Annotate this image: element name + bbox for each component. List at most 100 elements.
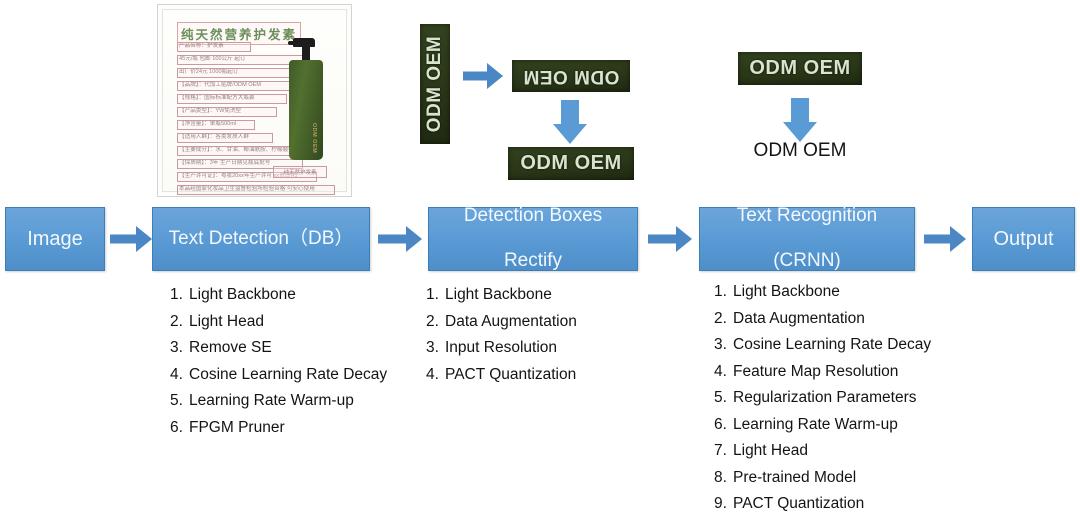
list-item-number: 2.: [170, 312, 183, 330]
list-item-label: FPGM Pruner: [189, 418, 285, 436]
list-item: 5. Learning Rate Warm-up: [170, 393, 387, 409]
list-item: 3. Input Resolution: [426, 340, 577, 356]
list-item: 4. PACT Quantization: [426, 366, 577, 383]
detection-box: 【适用人群】：各类发质人群: [177, 133, 273, 143]
list-item-label: Light Backbone: [189, 286, 296, 303]
list-item-label: Light Head: [189, 312, 264, 330]
list-item-number: 5.: [170, 392, 183, 409]
sample-product-image: 纯天然营养护发素 产品名称：护发素 45元/瓶 包邮 100公斤 起订 出厂价2…: [157, 4, 352, 197]
arrow-shaft: [924, 234, 952, 244]
stage-label-output: Output: [993, 228, 1054, 250]
stage-label-text-detection: Text Detection（DB）: [168, 227, 354, 249]
ocr-crop-recognized: ODM OEM: [738, 52, 862, 85]
list-item-number: 1.: [714, 283, 727, 300]
diagram-canvas: 纯天然营养护发素 产品名称：护发素 45元/瓶 包邮 100公斤 起订 出厂价2…: [0, 0, 1080, 522]
list-item-label: Light Backbone: [445, 286, 552, 303]
list-item-number: 3.: [170, 339, 183, 356]
arrow-recognize: [782, 98, 818, 142]
list-item: 8. Pre-trained Model: [714, 468, 931, 486]
list-item-number: 2.: [426, 312, 439, 330]
detection-box: 产品名称：护发素: [177, 42, 251, 52]
list-item-number: 8.: [714, 468, 727, 486]
list-item-number: 1.: [170, 286, 183, 303]
bottle-body: ODM OEM: [289, 60, 323, 160]
arrow-shaft: [463, 71, 489, 81]
list-item: 2. Data Augmentation: [426, 312, 577, 330]
list-item-label: Remove SE: [189, 339, 272, 356]
feature-list-text-detection: 1. Light Backbone 2. Light Head 3. Remove S…: [170, 287, 387, 446]
list-item-label: Data Augmentation: [445, 312, 577, 330]
list-item-label: Light Backbone: [733, 283, 840, 300]
stage-box-image[interactable]: Image: [5, 207, 105, 271]
stage-box-text-detection[interactable]: Text Detection（DB）: [152, 207, 370, 271]
arrow-head: [136, 226, 152, 252]
list-item-label: Pre-trained Model: [733, 468, 857, 486]
list-item: 6. FPGM Pruner: [170, 418, 387, 436]
list-item: 1. Light Backbone: [426, 287, 577, 303]
feature-list-detection-boxes-rectify: 1. Light Backbone 2. Data Augmentation 3. I…: [426, 287, 577, 393]
detection-box: 【规格】：国际标准配方大瓶装: [177, 94, 287, 104]
list-item-number: 6.: [714, 415, 727, 433]
arrow-head: [783, 122, 817, 142]
list-item-number: 4.: [170, 365, 183, 383]
list-item-number: 4.: [714, 362, 727, 380]
list-item: 4. Feature Map Resolution: [714, 362, 931, 380]
arrow-shaft: [791, 98, 809, 124]
sample-image-inner: 纯天然营养护发素 产品名称：护发素 45元/瓶 包邮 100公斤 起订 出厂价2…: [162, 9, 347, 195]
list-item: 1. Light Backbone: [170, 287, 387, 303]
list-item-label: Cosine Learning Rate Decay: [189, 365, 388, 383]
list-item-label: Cosine Learning Rate Decay: [733, 336, 932, 353]
stage-label-image: Image: [27, 228, 83, 250]
stage-box-text-recognition[interactable]: Text Recognition (CRNN): [699, 205, 915, 273]
ocr-crop-flipped: ODM OEM: [512, 60, 630, 92]
ocr-crop-upright-text: ODM OEM: [520, 152, 622, 174]
list-item-label: Data Augmentation: [733, 309, 865, 327]
arrow-head: [950, 226, 966, 252]
list-item-label: Feature Map Resolution: [733, 362, 899, 380]
list-item-number: 7.: [714, 442, 727, 459]
list-item: 2. Light Head: [170, 312, 387, 330]
detection-box: 本品经国家化妆品卫生监督检验所检验合格 可安心使用: [177, 185, 335, 195]
list-item-number: 3.: [714, 336, 727, 353]
stage-label-line1: Detection Boxes: [463, 204, 603, 226]
list-item: 5. Regularization Parameters: [714, 390, 931, 406]
ocr-crop-recognized-text: ODM OEM: [749, 57, 851, 79]
list-item-number: 1.: [426, 286, 439, 303]
arrow-shaft: [561, 100, 579, 126]
stage-label-line2: (CRNN): [773, 250, 841, 272]
stage-label-line1: Text Recognition: [736, 204, 878, 226]
arrow-flip-crop: [552, 100, 588, 144]
ocr-crop-vertical: ODM OEM: [420, 24, 450, 144]
list-item-label: Input Resolution: [445, 339, 558, 356]
arrow-image-to-detection: [110, 225, 152, 253]
arrow-head: [487, 63, 503, 89]
arrow-head: [553, 124, 587, 144]
feature-list-text-recognition: 1. Light Backbone 2. Data Augmentation 3. C…: [714, 284, 931, 523]
detection-box: 【产品类型】：YW免洗型: [177, 107, 277, 117]
list-item-label: PACT Quantization: [733, 495, 865, 512]
ocr-crop-flipped-text: ODM OEM: [522, 66, 620, 87]
stage-box-detection-boxes-rectify[interactable]: Detection Boxes Rectify: [428, 205, 638, 273]
stage-box-output[interactable]: Output: [972, 207, 1075, 271]
list-item: 3. Cosine Learning Rate Decay: [714, 337, 931, 353]
list-item: 2. Data Augmentation: [714, 309, 931, 327]
list-item: 4. Cosine Learning Rate Decay: [170, 365, 388, 383]
stage-label-text-recognition: Text Recognition (CRNN): [737, 205, 877, 273]
detection-box: 出厂价24元 1000瓶起订: [177, 68, 291, 78]
ocr-crop-vertical-text: ODM OEM: [424, 35, 446, 133]
list-item: 3. Remove SE: [170, 340, 387, 356]
list-item-label: Learning Rate Warm-up: [189, 392, 354, 409]
arrow-head: [676, 226, 692, 252]
detection-box: 【净含量】：单瓶500ml: [177, 120, 255, 130]
list-item: 6. Learning Rate Warm-up: [714, 415, 931, 433]
list-item-label: Light Head: [733, 442, 808, 459]
list-item-number: 6.: [170, 418, 183, 436]
product-bottle-illustration: ODM OEM: [281, 32, 333, 160]
list-item-number: 9.: [714, 495, 727, 512]
bottle-label-text: ODM OEM: [311, 122, 317, 154]
arrow-rectify-to-recognition: [648, 225, 692, 253]
stage-label-detection-boxes-rectify: Detection Boxes Rectify: [464, 205, 602, 273]
recognized-plain-text: ODM OEM: [753, 140, 847, 161]
arrow-rotate-crop: [463, 62, 503, 90]
arrow-shaft: [648, 234, 678, 244]
